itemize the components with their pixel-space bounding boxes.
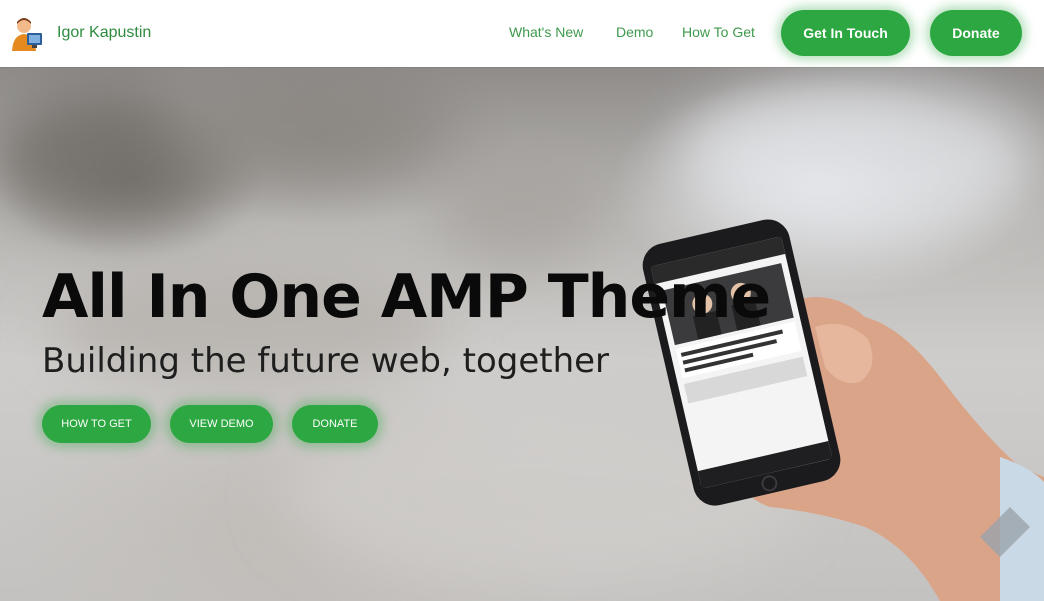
donate-button[interactable]: Donate xyxy=(930,10,1022,56)
hero-subtitle: Building the future web, together xyxy=(42,341,610,381)
get-in-touch-button[interactable]: Get In Touch xyxy=(781,10,910,56)
donate-cta-button[interactable]: DONATE xyxy=(292,405,378,443)
nav-how-to-get[interactable]: How To Get xyxy=(682,24,755,40)
view-demo-button[interactable]: VIEW DEMO xyxy=(170,405,273,443)
user-avatar-icon xyxy=(12,18,42,51)
how-to-get-button[interactable]: HOW TO GET xyxy=(42,405,151,443)
nav-demo[interactable]: Demo xyxy=(616,24,653,40)
brand-name: Igor Kapustin xyxy=(57,24,152,41)
hero-section: All In One AMP Theme Building the future… xyxy=(0,67,1044,601)
brand[interactable]: Igor Kapustin xyxy=(10,15,151,51)
site-header: Igor Kapustin What's New Demo How To Get… xyxy=(0,0,1044,67)
nav-whats-new[interactable]: What's New xyxy=(509,24,583,40)
hero-title: All In One AMP Theme xyxy=(42,262,771,332)
